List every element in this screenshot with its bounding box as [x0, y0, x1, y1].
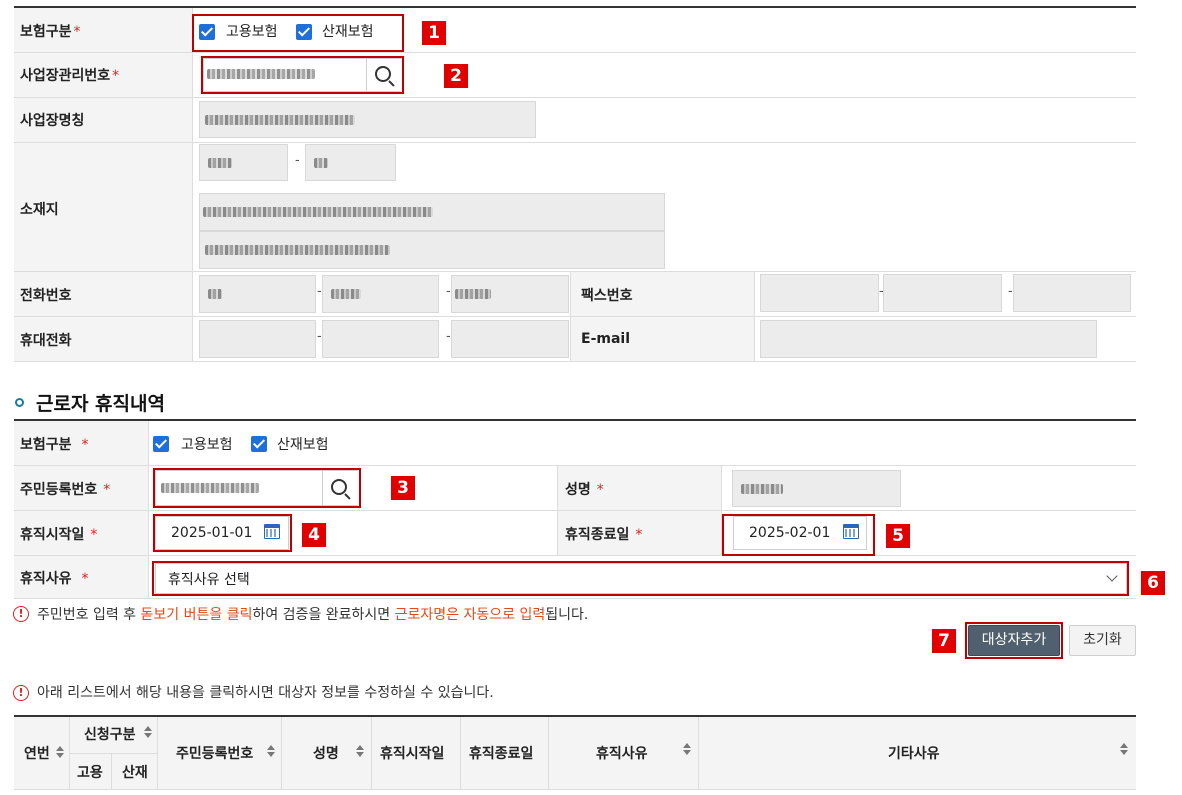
address-label: 소재지: [20, 202, 59, 218]
warning-icon: !: [13, 606, 29, 622]
fax-2-field: [883, 274, 1002, 312]
th-apply-type[interactable]: 신청구분: [84, 724, 136, 744]
resident-no-label: 주민등록번호 *: [20, 482, 111, 498]
step-badge-4: 4: [302, 523, 326, 547]
reset-button[interactable]: 초기화: [1069, 625, 1136, 656]
mobile-1-field: [199, 320, 316, 358]
th-other-reason[interactable]: 기타사유: [888, 743, 940, 763]
th-industrial[interactable]: 산재: [122, 762, 148, 782]
th-resident-no[interactable]: 주민등록번호: [176, 743, 253, 763]
section-bullet-icon: [15, 398, 24, 407]
phone-dash-1: -: [317, 284, 322, 299]
fax-1-field: [760, 274, 879, 312]
mobile-dash-1: -: [317, 329, 322, 344]
sort-icon[interactable]: [144, 726, 152, 738]
label-column-bg: [14, 8, 192, 361]
leave-reason-label: 휴직사유 *: [20, 571, 89, 587]
step-badge-6: 6: [1141, 571, 1165, 595]
highlight-box-7: [965, 622, 1063, 659]
zip-dash: -: [295, 153, 300, 168]
fax-label: 팩스번호: [581, 288, 633, 304]
leave-insurance-type-label: 보험구분 *: [20, 437, 89, 453]
mobile-3-field: [451, 320, 569, 358]
th-leave-reason[interactable]: 휴직사유: [596, 743, 648, 763]
insurance-type-label: 보험구분 *: [20, 24, 81, 40]
phone-dash-2: -: [446, 284, 451, 299]
highlight-box-2: [201, 56, 404, 94]
th-seq[interactable]: 연번: [24, 743, 50, 763]
sort-icon[interactable]: [356, 745, 364, 757]
highlight-box-4: [153, 514, 292, 552]
sort-icon[interactable]: [267, 745, 275, 757]
step-badge-5: 5: [886, 524, 910, 548]
zipcode-1-field: [199, 144, 288, 181]
phone-2-field: [322, 275, 439, 313]
th-employment[interactable]: 고용: [77, 762, 103, 782]
step-badge-7: 7: [932, 629, 956, 653]
sort-icon[interactable]: [683, 743, 691, 755]
leave-employment-label: 고용보험: [181, 437, 233, 453]
fax-dash-2: -: [1008, 284, 1013, 299]
worker-name-label: 성명 *: [565, 482, 604, 498]
th-name[interactable]: 성명: [313, 743, 339, 763]
list-edit-notice: 아래 리스트에서 해당 내용을 클릭하시면 대상자 정보를 수정하실 수 있습니…: [37, 685, 494, 701]
zipcode-2-field: [305, 144, 396, 181]
mobile-2-field: [322, 320, 439, 358]
email-label: E-mail: [581, 331, 631, 347]
email-field: [760, 320, 1097, 358]
sort-icon[interactable]: [56, 746, 64, 758]
leave-industrial-checkbox[interactable]: [251, 436, 267, 452]
biz-mgmt-no-label: 사업장관리번호 *: [20, 68, 120, 84]
mobile-label: 휴대전화: [20, 333, 72, 349]
phone-3-field: [451, 275, 569, 313]
leave-industrial-label: 산재보험: [277, 437, 329, 453]
warning-icon: !: [13, 685, 29, 701]
biz-name-label: 사업장명칭: [20, 113, 85, 129]
th-leave-start[interactable]: 휴직시작일: [380, 743, 444, 763]
leave-employment-checkbox[interactable]: [153, 436, 169, 452]
highlight-box-1: [192, 14, 404, 52]
step-badge-1: 1: [422, 21, 446, 45]
biz-name-field: [199, 101, 536, 138]
leave-start-label: 휴직시작일 *: [20, 527, 98, 543]
verification-notice: 주민번호 입력 후 돋보기 버튼을 클릭하여 검증을 완료하시면 근로자명은 자…: [37, 607, 589, 623]
highlight-box-5: [722, 514, 875, 556]
section-title: 근로자 휴직내역: [36, 393, 165, 415]
sort-icon[interactable]: [1120, 743, 1128, 755]
th-leave-end[interactable]: 휴직종료일: [469, 743, 533, 763]
phone-label: 전화번호: [20, 288, 72, 304]
highlight-box-6: [152, 561, 1129, 596]
mobile-dash-2: -: [446, 329, 451, 344]
step-badge-2: 2: [444, 64, 468, 88]
step-badge-3: 3: [391, 476, 415, 500]
address-line-2-field: [199, 231, 665, 269]
fax-3-field: [1013, 274, 1131, 312]
phone-1-field: [199, 275, 316, 313]
worker-name-field: [732, 470, 901, 507]
highlight-box-3: [153, 468, 361, 508]
address-line-1-field: [199, 193, 665, 231]
leave-end-label: 휴직종료일 *: [565, 527, 643, 543]
